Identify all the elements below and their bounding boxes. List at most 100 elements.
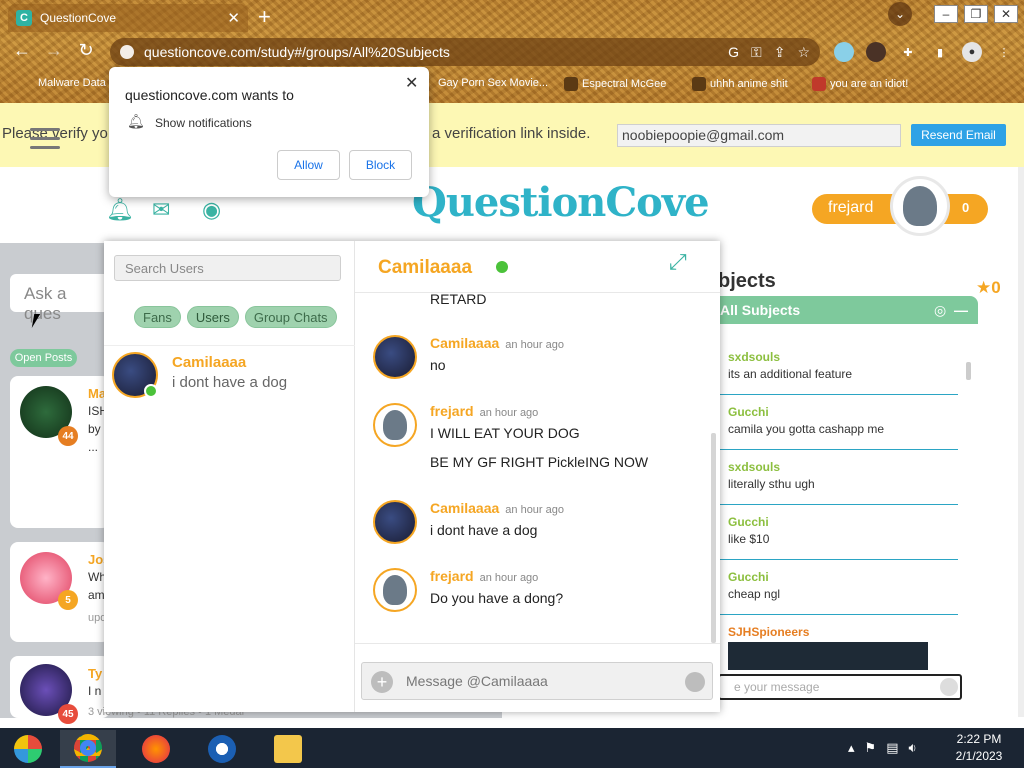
group-chat-scrollbar[interactable]: [966, 362, 971, 380]
close-window-icon[interactable]: ✕: [994, 5, 1018, 23]
block-button[interactable]: Block: [349, 150, 412, 180]
screenshot-image[interactable]: [728, 642, 928, 670]
show-hidden-icon[interactable]: ▴: [848, 740, 855, 756]
google-icon[interactable]: G: [728, 44, 739, 61]
new-tab-icon[interactable]: +: [258, 6, 271, 28]
hamburger-menu-icon[interactable]: [30, 128, 60, 155]
post-card[interactable]: 45 Ty I n 3 viewing • 11 Replies • 1 Med…: [10, 656, 244, 724]
filter-fans[interactable]: Fans: [134, 306, 181, 328]
chat-username[interactable]: sxdsouls: [728, 350, 958, 364]
forward-icon[interactable]: →: [42, 40, 66, 61]
flag-icon[interactable]: ⚑: [865, 740, 877, 756]
volume-icon[interactable]: 🔉︎: [908, 740, 916, 756]
message-author[interactable]: Camilaaaa an hour ago: [430, 335, 564, 351]
flag-extension-icon[interactable]: [834, 42, 854, 62]
bookmark-item[interactable]: you are an idiot!: [812, 77, 908, 91]
chat-scrollbar[interactable]: [711, 433, 716, 643]
avatar-extension-icon[interactable]: [866, 42, 886, 62]
resend-email-button[interactable]: Resend Email: [911, 124, 1006, 146]
verify-email-field[interactable]: noobiepoopie@gmail.com: [617, 124, 901, 147]
post-text: ...: [88, 440, 99, 454]
avatar[interactable]: [373, 500, 417, 544]
chat-username[interactable]: Gucchi: [728, 570, 958, 584]
expand-icon[interactable]: ⤢: [669, 249, 687, 275]
avatar[interactable]: [373, 403, 417, 447]
search-users-input[interactable]: Search Users: [114, 255, 341, 281]
bell-icon[interactable]: 🔔︎: [106, 197, 134, 223]
puzzle-icon[interactable]: ✚: [898, 42, 918, 62]
message-author[interactable]: frejard an hour ago: [430, 403, 538, 419]
close-icon[interactable]: ✕: [405, 73, 418, 93]
group-chat-header[interactable]: All Subjects ◎ —: [718, 296, 978, 324]
back-icon[interactable]: ←: [10, 40, 34, 61]
site-logo[interactable]: QuestionCove: [412, 179, 710, 226]
tab-title: QuestionCove: [40, 11, 117, 25]
bookmark-item[interactable]: Malware Data: [38, 77, 106, 89]
add-attachment-icon[interactable]: +: [371, 671, 393, 693]
app-taskbar-item[interactable]: [194, 730, 250, 768]
start-button[interactable]: [0, 730, 56, 768]
share-icon[interactable]: ⇪: [774, 44, 786, 61]
page-scrollbar[interactable]: [1018, 167, 1024, 717]
avatar[interactable]: [373, 335, 417, 379]
user-pill[interactable]: frejard 0: [812, 176, 988, 236]
chat-username[interactable]: Gucchi: [728, 405, 958, 419]
mail-icon[interactable]: ✉: [152, 197, 170, 223]
minimize-chat-icon[interactable]: —: [954, 302, 968, 318]
ask-question-input[interactable]: Ask a ques: [10, 274, 110, 323]
username[interactable]: frejard: [828, 199, 873, 217]
post-card[interactable]: 5 Jos Wh am upd: [10, 542, 110, 642]
clock[interactable]: 2:22 PM 2/1/2023: [944, 731, 1014, 765]
chat-title[interactable]: Camilaaaa: [378, 257, 472, 279]
message-author[interactable]: frejard an hour ago: [430, 568, 538, 584]
sidebar-icon[interactable]: ▮: [930, 42, 950, 62]
hide-icon[interactable]: ◎: [934, 302, 946, 318]
url-text[interactable]: questioncove.com/study#/groups/All%20Sub…: [144, 44, 728, 60]
profile-icon[interactable]: ●: [962, 42, 982, 62]
post-card[interactable]: 44 Ma ISH by ...: [10, 376, 110, 528]
chat-text: its an additional feature: [728, 367, 853, 381]
key-icon[interactable]: ⚿: [751, 44, 762, 61]
filter-group-chats[interactable]: Group Chats: [244, 306, 337, 328]
message-author[interactable]: Camilaaaa an hour ago: [430, 500, 564, 516]
browser-tab[interactable]: C QuestionCove ✕: [8, 4, 248, 32]
contact-last-message: i dont have a dog: [172, 374, 288, 391]
emoji-icon[interactable]: [940, 678, 958, 696]
chat-username[interactable]: Gucchi: [728, 515, 958, 529]
lock-icon[interactable]: [120, 45, 134, 59]
avatar[interactable]: [890, 176, 950, 236]
chat-username[interactable]: SJHSpioneers: [728, 625, 958, 639]
bookmark-item[interactable]: Espectral McGee: [564, 77, 666, 91]
message-input[interactable]: Message @Camilaaaa: [361, 662, 713, 700]
minimize-icon[interactable]: –: [934, 5, 958, 23]
star-icon[interactable]: ☆: [797, 44, 810, 61]
profile-icon[interactable]: ◉: [202, 197, 221, 223]
level-badge: 5: [58, 590, 78, 610]
open-posts-tab[interactable]: Open Posts: [10, 349, 77, 367]
filter-users[interactable]: Users: [186, 306, 239, 328]
menu-icon[interactable]: ⋮: [994, 42, 1014, 62]
group-chat-input[interactable]: e your message: [718, 674, 962, 700]
contact-item[interactable]: Camilaaaa i dont have a dog: [104, 345, 355, 405]
network-icon[interactable]: ▤: [886, 740, 898, 756]
tab-search-icon[interactable]: ⌄: [888, 2, 912, 26]
emoji-icon[interactable]: [685, 672, 705, 692]
chat-username[interactable]: sxdsouls: [728, 460, 958, 474]
restore-icon[interactable]: ❐: [964, 5, 988, 23]
address-bar[interactable]: questioncove.com/study#/groups/All%20Sub…: [110, 38, 820, 66]
firefox-taskbar-item[interactable]: [128, 730, 184, 768]
tab-close-icon[interactable]: ✕: [227, 9, 240, 27]
avatar[interactable]: [373, 568, 417, 612]
explorer-taskbar-item[interactable]: [260, 730, 316, 768]
chrome-taskbar-item[interactable]: [60, 730, 116, 768]
allow-button[interactable]: Allow: [277, 150, 340, 180]
bookmark-item[interactable]: uhhh anime shit: [692, 77, 788, 91]
app-icon: [208, 735, 236, 763]
medal-icon: ★0: [976, 278, 1001, 297]
contact-name: Camilaaaa: [172, 354, 247, 371]
list-item: Gucchi like $10: [718, 505, 958, 560]
chat-text: camila you gotta cashapp me: [728, 422, 885, 436]
reload-icon[interactable]: ↻: [74, 40, 98, 61]
post-author[interactable]: Ty: [88, 666, 102, 681]
bookmark-item[interactable]: Gay Porn Sex Movie...: [438, 77, 548, 89]
